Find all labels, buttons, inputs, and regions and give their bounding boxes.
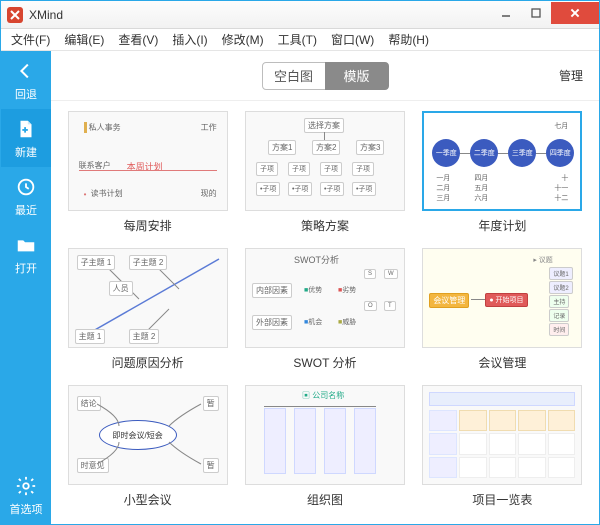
template-thumbnail: ▣ 公司名称 <box>245 385 405 485</box>
sidebar-item-new[interactable]: 新建 <box>1 109 51 167</box>
template-card[interactable]: 一季度 二季度 三季度 四季度 一月 二月 三月 四月 五月 六月 七月 十 十… <box>420 111 585 234</box>
sidebar-item-recent[interactable]: 最近 <box>1 167 51 225</box>
sidebar-item-label: 新建 <box>15 144 37 160</box>
gear-icon <box>15 475 37 497</box>
sidebar-item-label: 打开 <box>15 260 37 276</box>
template-card[interactable]: SWOT分析 内部因素 外部因素 ■优势 ■劣势 ■机会 ■威胁 S W O T… <box>242 248 407 371</box>
template-card[interactable]: 项目一览表 <box>420 385 585 508</box>
window-maximize-button[interactable] <box>521 2 551 24</box>
template-thumbnail: 子主题 1 子主题 2 人员 主题 1 主题 2 <box>68 248 228 348</box>
window-title: XMind <box>29 8 491 22</box>
menu-modify[interactable]: 修改(M) <box>216 29 270 50</box>
app-icon <box>7 7 23 23</box>
sidebar-item-label: 最近 <box>15 202 37 218</box>
template-thumbnail: 选择方案 方案1 方案2 方案3 子项 子项 子项 子项 •子项 •子项 •子项… <box>245 111 405 211</box>
sidebar-item-prefs[interactable]: 首选项 <box>1 466 51 524</box>
template-caption: 问题原因分析 <box>112 354 184 371</box>
menubar: 文件(F) 编辑(E) 查看(V) 插入(I) 修改(M) 工具(T) 窗口(W… <box>1 29 599 51</box>
template-thumbnail: SWOT分析 内部因素 外部因素 ■优势 ■劣势 ■机会 ■威胁 S W O T <box>245 248 405 348</box>
menu-edit[interactable]: 编辑(E) <box>58 29 110 50</box>
menu-view[interactable]: 查看(V) <box>112 29 164 50</box>
template-caption: 策略方案 <box>301 217 349 234</box>
window-close-button[interactable] <box>551 2 599 24</box>
window-minimize-button[interactable] <box>491 2 521 24</box>
template-card[interactable]: 私人事务 工作 联系客户 本周计划 • 读书计划 现的 每周安排 <box>65 111 230 234</box>
sidebar-item-label: 回退 <box>15 86 37 102</box>
template-thumbnail: 一季度 二季度 三季度 四季度 一月 二月 三月 四月 五月 六月 七月 十 十… <box>422 111 582 211</box>
template-caption: 小型会议 <box>124 491 172 508</box>
template-caption: 每周安排 <box>124 217 172 234</box>
sidebar-item-label: 首选项 <box>10 501 43 517</box>
titlebar: XMind <box>1 1 599 29</box>
sidebar: 回退 新建 最近 打开 首选项 <box>1 51 51 524</box>
tab-blank[interactable]: 空白图 <box>262 62 326 90</box>
menu-tools[interactable]: 工具(T) <box>272 29 323 50</box>
menu-help[interactable]: 帮助(H) <box>382 29 435 50</box>
template-card[interactable]: 选择方案 方案1 方案2 方案3 子项 子项 子项 子项 •子项 •子项 •子项… <box>242 111 407 234</box>
sidebar-item-back[interactable]: 回退 <box>1 51 51 109</box>
new-file-icon <box>15 118 37 140</box>
template-thumbnail: 会议管理 ● 开始项目 ▸ 议题 议题1 议题2 主持 记录 时间 <box>422 248 582 348</box>
manage-link[interactable]: 管理 <box>559 67 583 84</box>
template-caption: 会议管理 <box>478 354 526 371</box>
template-thumbnail: 私人事务 工作 联系客户 本周计划 • 读书计划 现的 <box>68 111 228 211</box>
template-card[interactable]: 即时会议/短会 结论 时意见 暂 暂 小型会议 <box>65 385 230 508</box>
template-caption: 项目一览表 <box>472 491 532 508</box>
template-thumbnail <box>422 385 582 485</box>
back-arrow-icon <box>15 60 37 82</box>
menu-insert[interactable]: 插入(I) <box>166 29 213 50</box>
template-caption: SWOT 分析 <box>293 354 356 371</box>
template-caption: 组织图 <box>307 491 343 508</box>
topbar: 空白图 模版 管理 <box>51 51 599 101</box>
template-type-segmented: 空白图 模版 <box>262 62 389 90</box>
sidebar-item-open[interactable]: 打开 <box>1 225 51 283</box>
template-card[interactable]: ▣ 公司名称 组织图 <box>242 385 407 508</box>
template-grid: 私人事务 工作 联系客户 本周计划 • 读书计划 现的 每周安排 选择方案 <box>51 101 599 524</box>
menu-window[interactable]: 窗口(W) <box>325 29 380 50</box>
template-caption: 年度计划 <box>478 217 526 234</box>
clock-icon <box>15 176 37 198</box>
folder-icon <box>15 234 37 256</box>
template-thumbnail: 即时会议/短会 结论 时意见 暂 暂 <box>68 385 228 485</box>
template-card[interactable]: 子主题 1 子主题 2 人员 主题 1 主题 2 问题原因分析 <box>65 248 230 371</box>
tab-templates[interactable]: 模版 <box>325 62 389 90</box>
template-card[interactable]: 会议管理 ● 开始项目 ▸ 议题 议题1 议题2 主持 记录 时间 会议管理 <box>420 248 585 371</box>
menu-file[interactable]: 文件(F) <box>5 29 56 50</box>
